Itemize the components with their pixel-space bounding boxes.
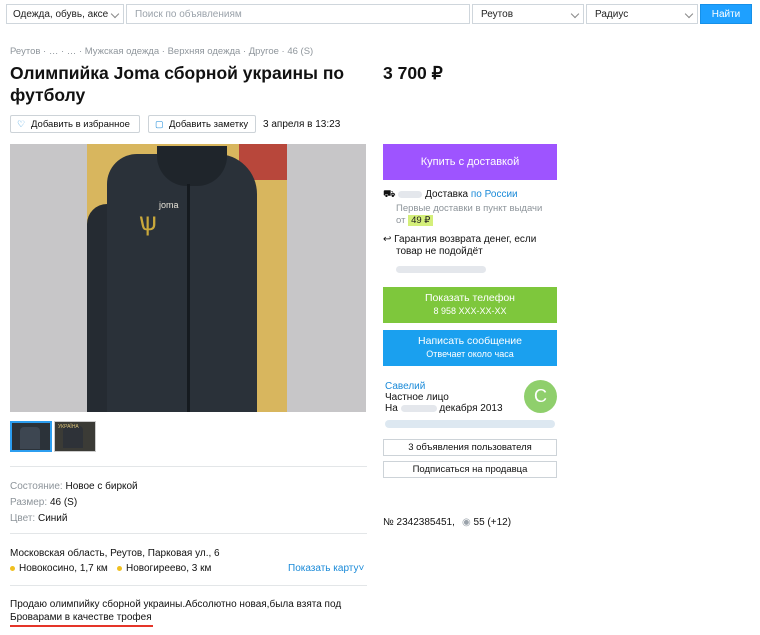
guarantee-line: Гарантия возврата денег, если [394,234,537,245]
search-input[interactable]: Поиск по объявлениям [126,4,470,24]
add-favorite-label: Добавить в избранное [31,119,130,130]
avatar[interactable]: С [524,380,557,413]
param-key: Размер: [10,497,48,508]
seller-type: Частное лицо [385,392,449,403]
param-value: Новое с биркой [65,481,138,492]
red-underline-mark [10,625,153,627]
price: 3 700 ₽ [383,63,443,83]
param-key: Состояние: [10,481,63,492]
ad-number: № 2342385451, [383,517,455,528]
add-note-button[interactable]: ▢ Добавить заметку [148,115,256,133]
seller-since: На декабря 2013 [385,403,503,414]
show-phone-button[interactable]: Показать телефон 8 958 XXX-XX-XX [383,287,557,323]
show-map-link[interactable]: Показать карту˅ [288,563,364,574]
delivery-label: Доставка [425,189,469,200]
city-select[interactable]: Реутов [472,4,584,24]
photo-thumbnail-1[interactable] [10,421,52,452]
chevron-down-icon: ˅ [358,563,365,574]
truck-icon: ⛟ [383,189,396,200]
city-value: Реутов [481,9,514,20]
seller-since-date: декабря 2013 [439,403,503,414]
description-line: Продаю олимпийку сборной украины.Абсолют… [10,599,342,610]
guarantee-line: товар не подойдёт [396,246,483,257]
add-favorite-button[interactable]: ♡ Добавить в избранное [10,115,140,133]
description: Продаю олимпийку сборной украины.Абсолют… [10,598,370,624]
heart-icon: ♡ [17,119,26,129]
views-count: ◉ 55 (+12) [462,517,511,528]
breadcrumb[interactable]: Реутов · … · … · Мужская одежда · Верхня… [10,46,313,57]
chevron-down-icon [110,9,120,19]
chevron-down-icon [570,9,580,19]
eye-icon: ◉ [462,517,471,528]
description-line: Броварами в качестве трофея [10,612,152,623]
metro-distance: 1,7 км [79,563,108,574]
return-arrow-icon: ↩ [383,234,392,245]
metro-distance: 3 км [191,563,212,574]
photo-thumbnail-2[interactable]: УКРАЇНА [54,421,96,452]
buy-with-delivery-button[interactable]: Купить с доставкой [383,144,557,180]
delivery-price-row: от 49 ₽ [396,215,434,226]
search-bar: Одежда, обувь, аксе Поиск по объявлениям… [6,4,752,26]
write-message-button[interactable]: Написать сообщение Отвечает около часа [383,330,557,366]
blurred-text [400,404,437,412]
delivery-price: 49 ₽ [408,215,434,226]
response-time: Отвечает около часа [426,349,514,359]
category-value: Одежда, обувь, аксе [13,9,109,20]
delivery-note: Первые доставки в пункт выдачи [396,203,543,214]
category-select[interactable]: Одежда, обувь, аксе [6,4,124,24]
thumbnail-label: УКРАЇНА [58,424,79,430]
chevron-down-icon [684,9,694,19]
phone-number: 8 958 XXX-XX-XX [433,306,507,316]
delivery-region-link[interactable]: по России [471,189,518,200]
divider [10,585,367,586]
main-photo[interactable]: ѱ joma [10,144,366,412]
user-ads-button[interactable]: 3 объявления пользователя [383,439,557,456]
seller-name-link[interactable]: Савелий [385,381,425,392]
show-phone-label: Показать телефон [425,292,515,304]
param-color: Цвет: Синий [10,513,67,524]
param-value: 46 (S) [49,497,78,508]
param-size: Размер: 46 (S) [10,497,77,508]
search-placeholder: Поиск по объявлениям [135,9,242,20]
show-map-label: Показать карту [288,563,359,574]
blurred-text [385,420,555,428]
guarantee-info: ↩ Гарантия возврата денег, если [383,234,536,245]
find-button[interactable]: Найти [700,4,752,24]
photo-background: ѱ joma [87,144,287,412]
views-value: 55 (+12) [473,517,512,528]
metro-dot-icon [117,565,122,571]
metro-name: Новогиреево, [126,563,190,574]
metro-station: Новогиреево, 3 км [117,563,211,574]
metro-name: Новокосино, [19,563,78,574]
trident-emblem-icon: ѱ [139,206,157,236]
radius-value: Радиус [595,9,629,20]
delivery-info: ⛟ Доставка по России [383,189,518,202]
add-note-label: Добавить заметку [169,119,249,130]
param-condition: Состояние: Новое с биркой [10,481,138,492]
param-value: Синий [37,513,68,524]
radius-select[interactable]: Радиус [586,4,698,24]
blurred-text [396,264,486,275]
blurred-text [396,265,486,273]
publish-date: 3 апреля в 13:23 [263,119,341,130]
write-message-label: Написать сообщение [418,335,522,347]
seller-since-prefix: На [385,403,398,414]
brand-logo: joma [159,200,179,210]
metro-dot-icon [10,565,15,571]
divider [10,533,367,534]
blurred-text [398,190,423,198]
thumbnail-image [20,427,40,449]
address: Московская область, Реутов, Парковая ул.… [10,548,220,559]
divider [10,466,367,467]
jacket-body [107,154,257,412]
metro-station: Новокосино, 1,7 км [10,563,108,574]
subscribe-seller-button[interactable]: Подписаться на продавца [383,461,557,478]
page-title: Олимпийка Joma сборной украины по футбол… [10,63,345,105]
jacket-zip [187,184,190,412]
note-icon: ▢ [155,119,164,129]
param-key: Цвет: [10,513,36,524]
delivery-from: от [396,215,406,226]
